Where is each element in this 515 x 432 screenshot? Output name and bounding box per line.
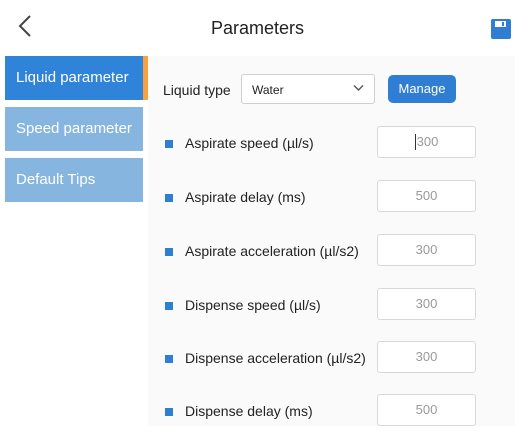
sidebar-item-liquid-parameter[interactable]: Liquid parameter: [5, 56, 148, 100]
dispense-delay-input[interactable]: 500: [377, 394, 476, 426]
bullet-icon: [165, 355, 173, 363]
save-icon: [491, 19, 511, 39]
manage-button[interactable]: Manage: [388, 75, 456, 103]
bullet-icon: [165, 194, 173, 202]
param-row-aspirate-acceleration: Aspirate acceleration (µl/s2) 300: [148, 232, 515, 272]
bullet-icon: [165, 140, 173, 148]
param-label: Dispense speed (µl/s): [185, 297, 321, 313]
sidebar-item-speed-parameter[interactable]: Speed parameter: [5, 107, 143, 151]
bullet-icon: [165, 408, 173, 416]
text-cursor: [414, 133, 416, 150]
dispense-acceleration-input[interactable]: 300: [377, 341, 476, 373]
aspirate-acceleration-input[interactable]: 300: [377, 234, 476, 266]
main-content: Liquid type Water Manage Aspirate speed …: [148, 56, 515, 426]
sidebar-item-default-tips[interactable]: Default Tips: [5, 158, 143, 202]
bullet-icon: [165, 302, 173, 310]
bullet-icon: [165, 248, 173, 256]
param-row-aspirate-delay: Aspirate delay (ms) 500: [148, 178, 515, 218]
aspirate-delay-input[interactable]: 500: [377, 180, 476, 212]
save-button[interactable]: [490, 18, 512, 40]
sidebar: Liquid parameter Speed parameter Default…: [0, 56, 148, 426]
param-row-dispense-acceleration: Dispense acceleration (µl/s2) 300: [148, 339, 515, 379]
dispense-speed-input[interactable]: 300: [377, 288, 476, 320]
page-title: Parameters: [210, 18, 305, 38]
aspirate-speed-input[interactable]: 300: [377, 126, 476, 158]
param-label: Dispense acceleration (µl/s2): [185, 350, 366, 366]
param-row-dispense-delay: Dispense delay (ms) 500: [148, 392, 515, 432]
param-row-dispense-speed: Dispense speed (µl/s) 300: [148, 286, 515, 326]
param-label: Dispense delay (ms): [185, 403, 313, 419]
liquid-type-select[interactable]: Water: [241, 74, 375, 104]
param-label: Aspirate acceleration (µl/s2): [185, 243, 359, 259]
chevron-down-icon: [353, 85, 364, 91]
param-value: 300: [416, 134, 439, 149]
header-bar: Parameters: [0, 0, 515, 57]
param-label: Aspirate speed (µl/s): [185, 135, 314, 151]
liquid-type-label: Liquid type: [163, 82, 231, 98]
param-row-aspirate-speed: Aspirate speed (µl/s) 300: [148, 124, 515, 164]
param-label: Aspirate delay (ms): [185, 189, 306, 205]
liquid-type-value: Water: [252, 83, 284, 97]
